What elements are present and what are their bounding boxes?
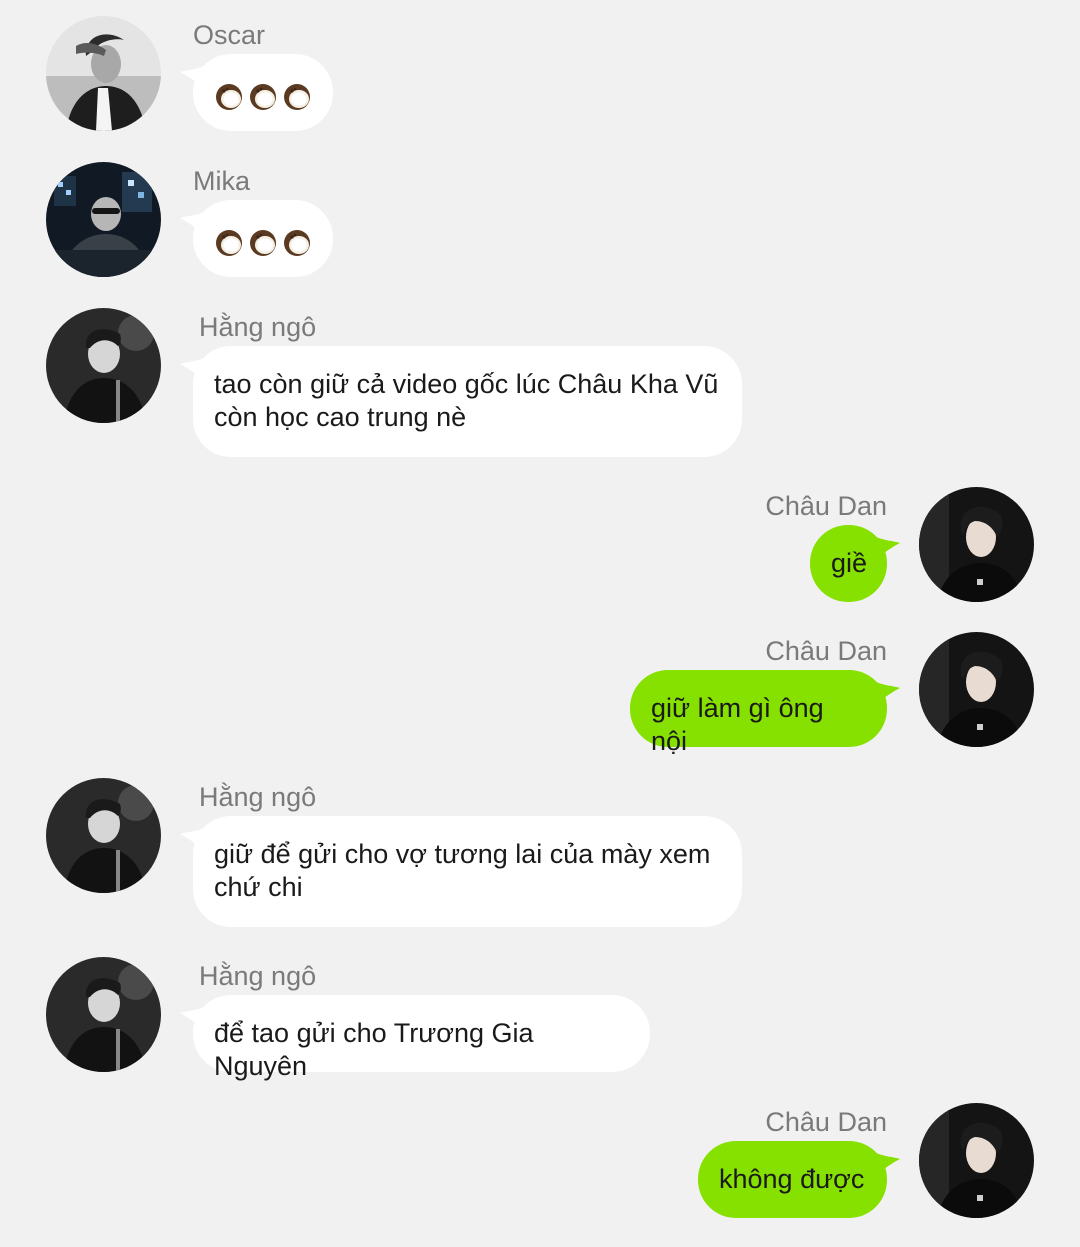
chat-thread: Oscar Mika Hằng ngô tao còn giữ cả video… <box>0 0 1080 1247</box>
coconut-icon <box>248 82 278 112</box>
message-bubble[interactable]: giữ làm gì ông nội <box>630 670 887 756</box>
message-text-line: tao còn giữ cả video gốc lúc Châu Kha Vũ <box>214 369 719 399</box>
message-bubble[interactable] <box>193 200 333 277</box>
message-text-line: còn học cao trung nè <box>214 402 467 432</box>
avatar-chau-dan[interactable] <box>919 632 1034 747</box>
avatar-mika[interactable] <box>46 162 161 277</box>
message-bubble[interactable] <box>193 54 333 131</box>
sender-name: Oscar <box>193 20 266 50</box>
avatar-hang-ngo[interactable] <box>46 308 161 423</box>
sender-name: Hằng ngô <box>199 961 317 991</box>
message-text-line: để tao gửi cho Trương Gia Nguyên <box>214 1018 534 1081</box>
message-text-line: giữ làm gì ông nội <box>651 693 824 756</box>
message-bubble[interactable]: tao còn giữ cả video gốc lúc Châu Kha Vũ… <box>193 346 742 457</box>
message-bubble[interactable]: giữ để gửi cho vợ tương lai của mày xem … <box>193 816 742 927</box>
coconut-icon <box>214 228 244 258</box>
message-bubble[interactable]: giề <box>810 525 887 602</box>
sender-name: Châu Dan <box>765 636 887 666</box>
message-text-line: chứ chi <box>214 872 303 902</box>
coconut-emojis <box>214 226 312 258</box>
avatar-hang-ngo[interactable] <box>46 778 161 893</box>
message-bubble[interactable]: để tao gửi cho Trương Gia Nguyên <box>193 995 650 1081</box>
sender-name: Hằng ngô <box>199 312 317 342</box>
coconut-icon <box>248 228 278 258</box>
sender-name: Châu Dan <box>765 491 887 521</box>
sender-name: Mika <box>193 166 251 196</box>
message-text-line: không được <box>719 1164 865 1194</box>
message-text-line: giề <box>831 548 868 578</box>
coconut-icon <box>282 228 312 258</box>
coconut-icon <box>282 82 312 112</box>
sender-name: Châu Dan <box>765 1107 887 1137</box>
avatar-chau-dan[interactable] <box>919 487 1034 602</box>
avatar-hang-ngo[interactable] <box>46 957 161 1072</box>
message-text-line: giữ để gửi cho vợ tương lai của mày xem <box>214 839 711 869</box>
avatar-oscar[interactable] <box>46 16 161 131</box>
coconut-emojis <box>214 80 312 112</box>
avatar-chau-dan[interactable] <box>919 1103 1034 1218</box>
coconut-icon <box>214 82 244 112</box>
sender-name: Hằng ngô <box>199 782 317 812</box>
message-bubble[interactable]: không được <box>698 1141 887 1218</box>
